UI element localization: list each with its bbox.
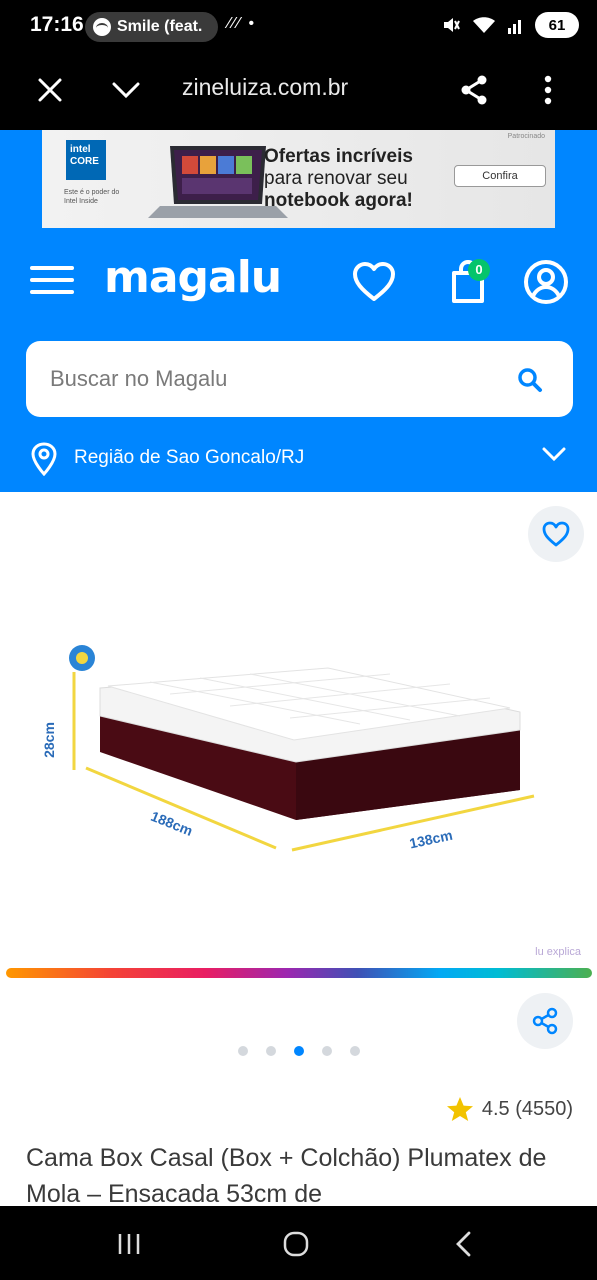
status-extra-icons: ⁄⁄⁄ •	[228, 15, 257, 32]
ad-headline: Ofertas incríveis para renovar seu noteb…	[264, 146, 464, 212]
intel-logo: intel CORE	[66, 140, 106, 180]
intel-brand: intel	[70, 144, 91, 155]
location-pin-icon	[31, 442, 57, 476]
close-icon[interactable]	[26, 66, 74, 114]
cart-count-badge: 0	[468, 259, 490, 281]
ad-banner[interactable]: intel CORE Este é o poder do Intel Insid…	[42, 130, 555, 228]
url-text[interactable]: zineluiza.com.br	[182, 74, 348, 101]
dimension-height-label: 28cm	[41, 722, 57, 758]
signal-icon	[508, 20, 521, 34]
back-icon[interactable]	[434, 1222, 494, 1266]
heart-icon	[542, 521, 570, 547]
battery-indicator: 61	[535, 12, 579, 38]
rainbow-divider	[6, 968, 592, 978]
user-account-icon[interactable]	[520, 256, 572, 308]
gallery-dot[interactable]	[238, 1046, 248, 1056]
region-selector[interactable]: Região de Sao Goncalo/RJ	[26, 438, 573, 478]
ad-cta-button[interactable]: Confira	[454, 165, 546, 187]
system-nav-bar	[0, 1206, 597, 1280]
intel-core: CORE	[70, 156, 99, 167]
status-time: 17:16	[30, 13, 84, 36]
rating-value: 4.5 (4550)	[481, 1097, 573, 1120]
share-icon[interactable]	[450, 66, 498, 114]
gallery-dot[interactable]	[266, 1046, 276, 1056]
status-bar: 17:16 Smile (feat. ⁄⁄⁄ • 61	[0, 0, 597, 52]
magalu-logo[interactable]: magalu	[104, 252, 282, 303]
media-chip[interactable]: Smile (feat.	[85, 12, 218, 42]
product-rating[interactable]: 4.5 (4550)	[446, 1096, 573, 1122]
gallery-pagination	[238, 1046, 360, 1056]
chevron-down-icon[interactable]	[102, 66, 150, 114]
search-icon[interactable]	[517, 367, 543, 393]
media-title: Smile (feat.	[117, 18, 203, 35]
gallery-dot-active[interactable]	[294, 1046, 304, 1056]
region-label: Região de Sao Goncalo/RJ	[74, 447, 305, 468]
spotify-icon	[93, 18, 111, 36]
gallery-dot[interactable]	[322, 1046, 332, 1056]
search-bar[interactable]	[26, 341, 573, 417]
wifi-icon	[473, 17, 495, 33]
ad-headline-3: notebook agora!	[264, 190, 413, 211]
browser-toolbar: zineluiza.com.br	[0, 52, 597, 130]
star-icon	[446, 1097, 473, 1121]
heart-icon[interactable]	[348, 256, 400, 308]
home-icon[interactable]	[266, 1222, 326, 1266]
ad-sponsored-label: Patrocinado	[507, 133, 545, 140]
mute-icon	[444, 18, 460, 32]
ad-headline-2: para renovar seu	[264, 168, 408, 189]
recent-apps-icon[interactable]	[99, 1222, 159, 1266]
more-options-icon[interactable]	[524, 66, 572, 114]
lu-explica-watermark: lu explica	[535, 946, 581, 958]
status-right-group: 61	[441, 12, 579, 38]
ad-headline-1: Ofertas incríveis	[264, 146, 413, 167]
share-product-button[interactable]	[517, 993, 573, 1049]
product-image[interactable]: 28cm 188cm 138cm	[30, 620, 570, 900]
favorite-button[interactable]	[528, 506, 584, 562]
gallery-dot[interactable]	[350, 1046, 360, 1056]
ad-tagline: Este é o poder do Intel Inside	[64, 189, 120, 205]
chevron-down-icon	[542, 447, 566, 462]
menu-icon[interactable]	[30, 264, 74, 296]
dimension-width-label: 138cm	[408, 827, 454, 852]
search-input[interactable]	[50, 341, 500, 417]
share-icon	[532, 1007, 558, 1035]
product-title: Cama Box Casal (Box + Colchão) Plumatex …	[26, 1144, 547, 1208]
